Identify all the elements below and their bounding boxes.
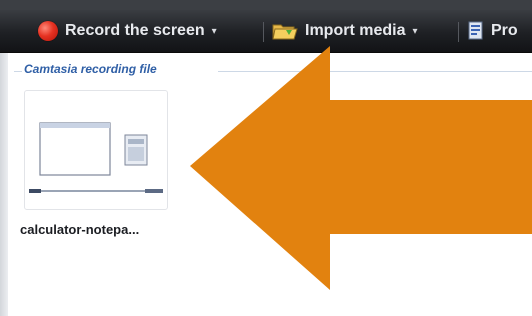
clip-name[interactable]: calculator-notepa...	[20, 222, 139, 237]
folder-icon	[272, 24, 298, 40]
record-icon	[38, 21, 58, 41]
clip-thumbnail[interactable]	[24, 90, 168, 210]
toolbar-separator	[263, 22, 264, 42]
record-screen-button[interactable]: Record the screen ▾	[38, 10, 217, 52]
project-icon	[468, 21, 483, 40]
window-top-strip	[0, 0, 532, 10]
record-screen-label: Record the screen	[65, 22, 205, 39]
produce-share-button[interactable]: Pro	[468, 10, 518, 52]
produce-label: Pro	[491, 22, 518, 39]
group-divider	[218, 71, 532, 72]
panel-left-edge	[0, 53, 8, 316]
group-divider	[14, 71, 22, 72]
toolbar-separator	[458, 22, 459, 42]
chevron-down-icon: ▾	[211, 25, 217, 37]
chevron-down-icon: ▾	[412, 25, 418, 37]
main-toolbar: Record the screen ▾ Import media ▾ Pro	[0, 10, 532, 53]
clip-preview-image	[29, 122, 163, 193]
import-media-label: Import media	[305, 22, 406, 39]
import-media-button[interactable]: Import media ▾	[272, 10, 418, 52]
group-title: Camtasia recording file	[24, 62, 161, 76]
